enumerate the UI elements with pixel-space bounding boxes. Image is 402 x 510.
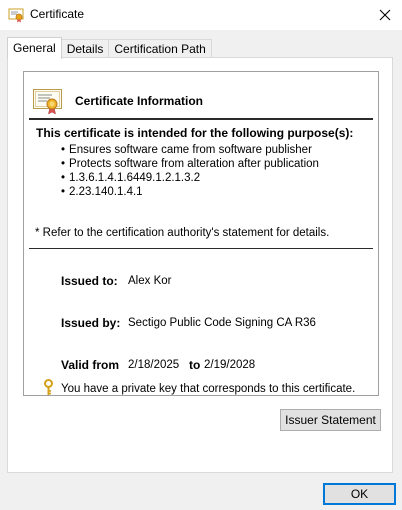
tab-certification-path[interactable]: Certification Path (108, 39, 212, 59)
list-item: Ensures software came from software publ… (61, 143, 319, 157)
certificate-info-box: Certificate Information This certificate… (23, 71, 379, 396)
private-key-text: You have a private key that corresponds … (61, 383, 356, 395)
issued-to-label: Issued to: (61, 274, 118, 288)
ok-button[interactable]: OK (323, 483, 396, 505)
certificate-icon (8, 8, 24, 23)
purpose-list: Ensures software came from software publ… (61, 143, 319, 199)
general-panel: Certificate Information This certificate… (7, 57, 393, 473)
certificate-icon (33, 89, 62, 115)
close-icon (379, 9, 391, 21)
issuer-statement-button[interactable]: Issuer Statement (280, 409, 381, 431)
ca-statement-note: * Refer to the certification authority's… (35, 227, 330, 239)
issued-by-label: Issued by: (61, 316, 121, 330)
title-divider (29, 118, 373, 120)
window-title: Certificate (30, 7, 85, 21)
tab-bar: General Details Certification Path (7, 37, 212, 59)
valid-from-value: 2/18/2025 (128, 359, 180, 371)
certificate-info-title: Certificate Information (75, 94, 204, 108)
valid-from-label: Valid from (61, 358, 120, 372)
tab-general[interactable]: General (7, 37, 62, 59)
purpose-heading: This certificate is intended for the fol… (36, 126, 354, 140)
section-divider (29, 248, 373, 249)
list-item: 1.3.6.1.4.1.6449.1.2.1.3.2 (61, 171, 319, 185)
list-item: 2.23.140.1.4.1 (61, 185, 319, 199)
valid-to-label: to (189, 358, 201, 372)
tab-details[interactable]: Details (60, 39, 110, 59)
title-bar: Certificate (0, 0, 402, 30)
close-button[interactable] (368, 0, 402, 30)
valid-to-value: 2/19/2028 (204, 359, 256, 371)
issued-by-value: Sectigo Public Code Signing CA R36 (128, 317, 316, 329)
list-item: Protects software from alteration after … (61, 157, 319, 171)
key-icon (44, 379, 53, 395)
issued-to-value: Alex Kor (128, 275, 172, 287)
